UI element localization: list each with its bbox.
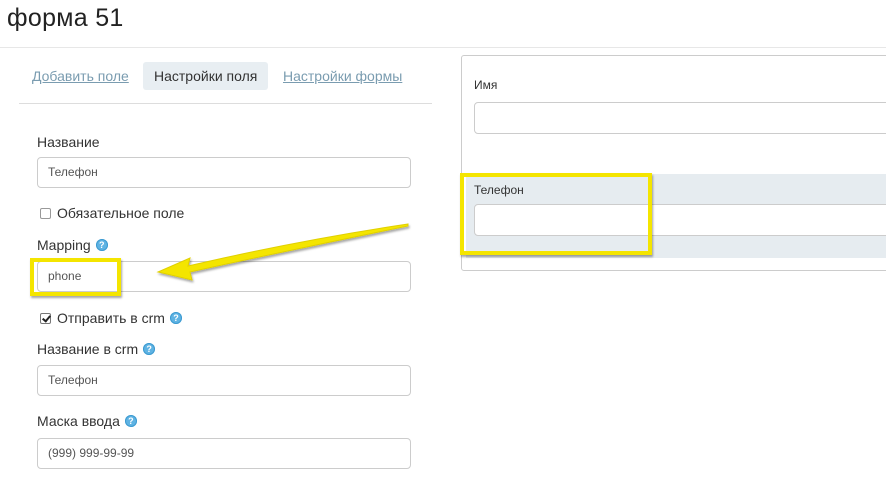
tab-bar: Добавить поле Настройки поля Настройки ф… [19, 62, 432, 104]
question-circle-icon[interactable]: ? [95, 239, 108, 251]
crm-name-input[interactable]: Телефон [37, 365, 411, 396]
name-label: Название [37, 134, 100, 150]
mask-input[interactable]: (999) 999-99-99 [37, 438, 411, 469]
send-crm-label: Отправить в crm [57, 310, 165, 326]
question-circle-icon[interactable]: ? [124, 415, 137, 427]
required-label: Обязательное поле [57, 205, 185, 221]
name-label-text: Название [37, 134, 100, 150]
page-title: форма 51 [7, 4, 124, 32]
name-input[interactable]: Телефон [37, 157, 411, 188]
mask-label: Маска ввода ? [37, 413, 137, 429]
crm-name-label: Название в crm ? [37, 341, 156, 357]
preview-field-label-name: Имя [474, 78, 498, 92]
required-checkbox[interactable] [40, 207, 51, 219]
mask-label-text: Маска ввода [37, 413, 120, 429]
tab-field-settings[interactable]: Настройки поля [143, 62, 269, 90]
tab-form-settings[interactable]: Настройки формы [272, 62, 413, 90]
question-circle-icon[interactable]: ? [143, 343, 156, 355]
mapping-input[interactable]: phone [37, 261, 411, 292]
send-crm-checkbox-row[interactable]: Отправить в crm ? [40, 310, 182, 326]
crm-name-label-text: Название в crm [37, 341, 139, 357]
required-checkbox-row[interactable]: Обязательное поле [40, 205, 184, 221]
preview-input-phone[interactable] [474, 204, 886, 236]
question-circle-icon[interactable]: ? [169, 312, 182, 324]
preview-field-label-phone: Телефон [474, 183, 524, 197]
page: форма 51 Добавить поле Настройки поля На… [0, 0, 886, 488]
tab-divider [19, 103, 432, 104]
mapping-label: Mapping ? [37, 237, 108, 253]
title-divider [0, 47, 886, 48]
send-crm-checkbox[interactable] [40, 312, 51, 324]
preview-input-name[interactable] [474, 102, 886, 134]
mapping-label-text: Mapping [37, 237, 91, 253]
tab-add-field[interactable]: Добавить поле [21, 62, 140, 90]
